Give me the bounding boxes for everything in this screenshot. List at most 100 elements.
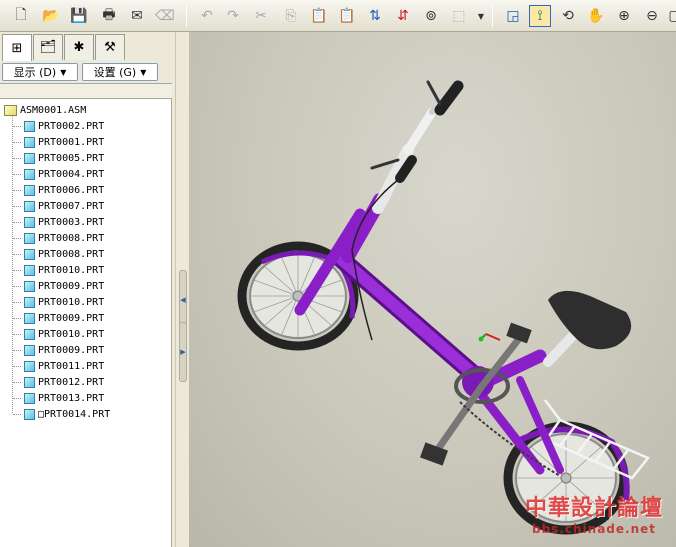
pan-icon[interactable]: ✋ [585,5,607,27]
tree-item[interactable]: PRT0007.PRT [24,198,104,214]
print-icon[interactable]: 🖶 [98,5,120,27]
tree-guide-line [13,302,21,303]
tree-item-label: PRT0006.PRT [38,184,105,196]
view-icon[interactable]: ▢ [664,5,676,27]
send-icon[interactable]: ✉ [126,5,148,27]
save-icon[interactable]: 💾 [68,5,90,27]
show-dropdown[interactable]: 显示 (D) ▼ [2,63,78,81]
application-window: 🗋 📂 💾 🖶 ✉ ⌫ ↶ ↷ ✂ ⎘ 📋 📋 ⇅ ⇵ ⊚ ⬚ ▼ ◲ ⟟ ⟲ … [0,0,676,547]
erase-icon[interactable]: ⌫ [154,5,176,27]
tree-item[interactable]: PRT0010.PRT [24,294,104,310]
tree-guide-line [12,115,13,413]
tree-item[interactable]: PRT0010.PRT [24,326,104,342]
part-icon [24,264,35,276]
part-icon [24,376,35,388]
regenerate-icon[interactable]: ⇅ [364,5,386,27]
show-dropdown-label: 显示 (D) [13,66,57,79]
tree-item-label: PRT0010.PRT [38,264,105,276]
part-icon [24,216,35,228]
tree-item[interactable]: PRT0001.PRT [24,134,104,150]
new-file-icon[interactable]: 🗋 [10,5,32,27]
tree-item[interactable]: PRT0012.PRT [24,374,104,390]
chevron-down-icon[interactable]: ▼ [470,5,492,27]
panel-splitter[interactable]: ◀ ▶ [175,32,189,547]
watermark: 中華設計論壇 bbs.chinade.net [518,490,670,542]
bicycle-model[interactable] [189,32,676,547]
collapse-left-icon[interactable]: ◀ [179,270,187,330]
tree-item[interactable]: PRT0011.PRT [24,358,104,374]
zoom-out-icon[interactable]: ⊖ [641,5,663,27]
paste-special-icon[interactable]: 📋 [336,5,358,27]
tree-item[interactable]: PRT0008.PRT [24,246,104,262]
copy-icon[interactable]: ⎘ [280,5,302,27]
tree-item[interactable]: PRT0003.PRT [24,214,104,230]
refit-icon[interactable]: ◲ [502,5,524,27]
regenerate-manager-icon[interactable]: ⇵ [392,5,414,27]
model-tree-icon[interactable]: ⊞ [2,34,32,61]
folder-browser-icon[interactable]: 🗂 [33,34,63,60]
part-icon [24,168,35,180]
graphics-viewport[interactable] [189,32,676,547]
part-icon [24,344,35,356]
seat [543,290,632,367]
open-folder-icon[interactable]: 📂 [40,5,62,27]
expand-right-icon[interactable]: ▶ [179,322,187,382]
datum-display-icon[interactable]: ⟟ [529,5,551,27]
tree-guide-line [13,382,21,383]
tree-item-label: PRT0008.PRT [38,248,105,260]
toolbar-separator [186,5,187,27]
find-icon[interactable]: ⊚ [420,5,442,27]
tree-item-label: PRT0005.PRT [38,152,105,164]
tree-item[interactable]: PRT0002.PRT [24,118,104,134]
tree-guide-line [13,190,21,191]
tree-item-label: PRT0008.PRT [38,232,105,244]
part-icon [24,312,35,324]
tree-item[interactable]: PRT0009.PRT [24,342,104,358]
navigator-panel: ⊞ 🗂 ✱ ⚒ 显示 (D) ▼ 设置 (G) ▼ ASM0001.ASM PR… [0,32,175,547]
undo-icon[interactable]: ↶ [196,5,218,27]
tree-guide-line [13,286,21,287]
watermark-title: 中華設計論壇 [524,495,663,521]
assembly-icon [4,104,17,116]
settings-dropdown[interactable]: 设置 (G) ▼ [82,63,158,81]
paste-icon[interactable]: 📋 [308,5,330,27]
tree-item[interactable]: PRT0004.PRT [24,166,104,182]
cut-icon[interactable]: ✂ [250,5,272,27]
tree-item-label: PRT0004.PRT [38,168,105,180]
connections-icon[interactable]: ⚒ [95,34,125,60]
tree-item[interactable]: PRT0009.PRT [24,278,104,294]
tree-item[interactable]: PRT0009.PRT [24,310,104,326]
toolbar-separator [492,5,493,27]
tree-guide-line [13,142,21,143]
tree-item[interactable]: □PRT0014.PRT [24,406,110,422]
tree-guide-line [13,126,21,127]
tree-item[interactable]: PRT0008.PRT [24,230,104,246]
part-icon [24,200,35,212]
tree-item[interactable]: PRT0010.PRT [24,262,104,278]
tree-item[interactable]: PRT0005.PRT [24,150,104,166]
tree-item-label: PRT0010.PRT [38,296,105,308]
tree-guide-line [13,270,21,271]
part-icon [24,232,35,244]
zoom-in-icon[interactable]: ⊕ [613,5,635,27]
part-icon [24,296,35,308]
tree-root[interactable]: ASM0001.ASM [4,102,86,118]
chevron-down-icon: ▼ [60,67,67,77]
navigator-tabs: ⊞ 🗂 ✱ ⚒ [0,32,175,61]
spin-center-icon[interactable]: ⟲ [557,5,579,27]
tree-guide-line [13,222,21,223]
tree-item[interactable]: PRT0006.PRT [24,182,104,198]
part-icon [24,136,35,148]
tree-guide-line [13,366,21,367]
part-icon [24,392,35,404]
tree-item[interactable]: PRT0013.PRT [24,390,104,406]
tree-item-label: PRT0009.PRT [38,344,105,356]
tree-item-label: PRT0012.PRT [38,376,105,388]
tree-guide-line [13,318,21,319]
handlebar-stem [372,93,443,214]
redo-icon[interactable]: ↷ [222,5,244,27]
model-tree: ASM0001.ASM PRT0002.PRT PRT0001.PRT PRT000… [0,99,172,547]
tree-column-header [0,83,172,99]
select-box-icon[interactable]: ⬚ [448,5,470,27]
favorites-icon[interactable]: ✱ [64,34,94,60]
